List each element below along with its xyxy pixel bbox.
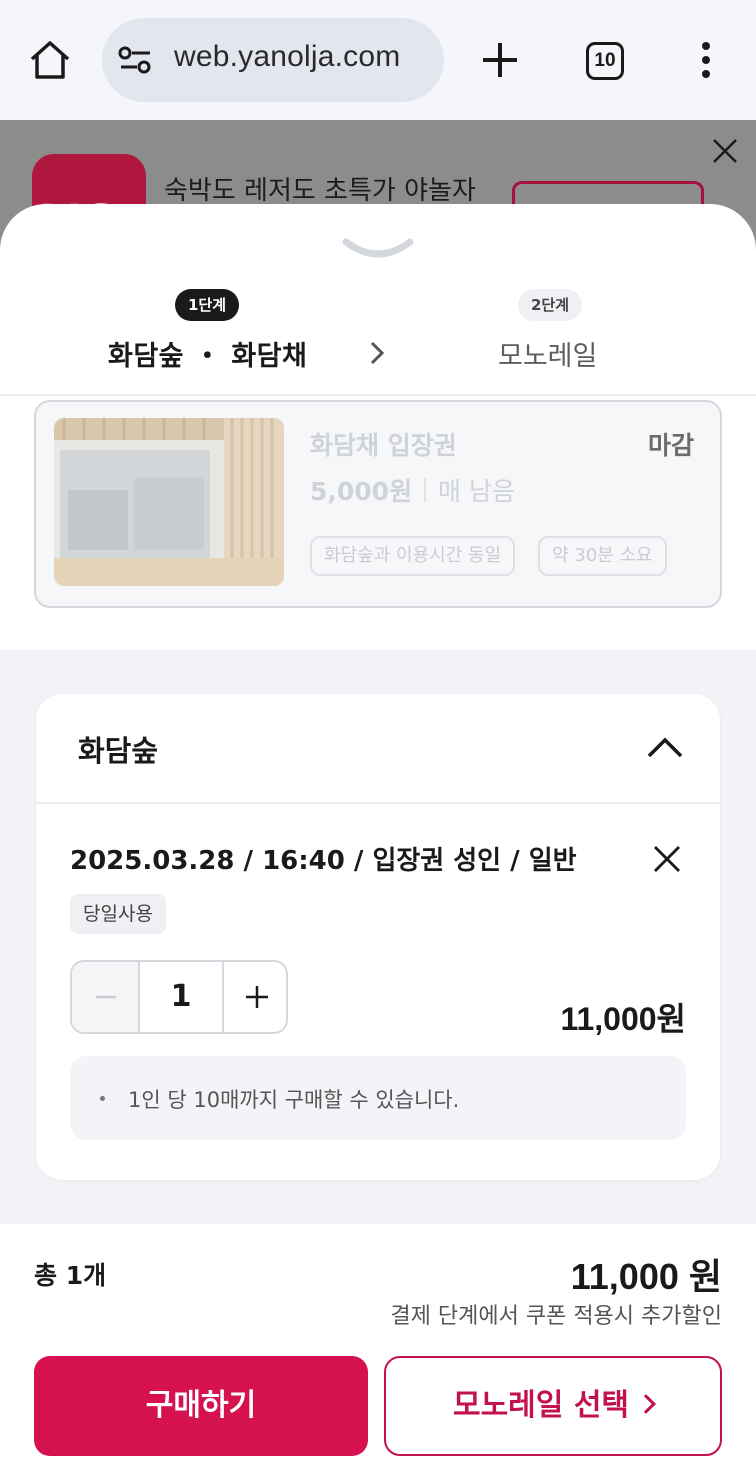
bullet-icon [100, 1096, 105, 1101]
total-count: 총 1개 [34, 1261, 107, 1290]
app-banner-text: 숙박도 레저도 초특가 야놀자 [164, 176, 476, 206]
step1-label[interactable]: 화담숲 ・ 화담채 [108, 334, 307, 373]
tab-switcher-icon[interactable]: 10 [586, 42, 624, 80]
remaining-count: 매 남음 [438, 477, 515, 506]
divider [424, 478, 426, 502]
option-description: 2025.03.28 / 16:40 / 입장권 성인 / 일반 [70, 846, 577, 876]
decrease-button[interactable] [72, 962, 140, 1032]
option-price: 11,000원 [560, 1001, 686, 1037]
purchase-limit-notice: 1인 당 10매까지 구매할 수 있습니다. [70, 1056, 686, 1140]
notice-text: 1인 당 10매까지 구매할 수 있습니다. [128, 1088, 460, 1112]
step2-badge: 2단계 [518, 289, 583, 321]
selected-product-title[interactable]: 화담숲 [78, 728, 158, 770]
site-settings-icon[interactable] [118, 46, 154, 74]
buy-button[interactable]: 구매하기 [34, 1356, 368, 1456]
chevron-up-icon[interactable] [646, 734, 684, 760]
chevron-right-icon [366, 338, 388, 368]
home-icon[interactable] [28, 38, 72, 82]
bottom-sheet: 1단계 2단계 화담숲 ・ 화담채 모노레일 화담채 입장권 마감 5,000원… [0, 204, 756, 1481]
product-tag: 화담숲과 이용시간 동일 [310, 536, 516, 576]
tab-count: 10 [594, 50, 616, 71]
select-monorail-button[interactable]: 모노레일 선택 [384, 1356, 722, 1456]
step2-label[interactable]: 모노레일 [498, 334, 597, 373]
chevron-right-icon [636, 1393, 656, 1414]
remove-option-icon[interactable] [652, 844, 682, 874]
product-price: 5,000원 [310, 477, 413, 506]
overflow-menu-icon[interactable] [698, 40, 714, 80]
sold-out-label: 마감 [647, 431, 694, 460]
step-divider [0, 394, 756, 396]
selected-options-card: 화담숲 2025.03.28 / 16:40 / 입장권 성인 / 일반 당일사… [36, 694, 720, 1180]
coupon-note: 결제 단계에서 쿠폰 적용시 추가할인 [390, 1304, 722, 1329]
url-text[interactable]: web.yanolja.com [174, 40, 400, 74]
total-price: 11,000 원 [570, 1256, 722, 1297]
chevron-down-icon[interactable] [342, 236, 414, 266]
product-card-sold-out: 화담채 입장권 마감 5,000원 매 남음 화담숲과 이용시간 동일 약 30… [34, 400, 722, 608]
step1-badge: 1단계 [175, 289, 240, 321]
address-bar[interactable]: web.yanolja.com [102, 18, 444, 102]
close-icon[interactable] [712, 138, 738, 164]
browser-toolbar: web.yanolja.com 10 [0, 0, 756, 120]
product-image [54, 418, 284, 586]
quantity-stepper: 1 [70, 960, 288, 1034]
usage-tag: 당일사용 [70, 894, 166, 934]
increase-button[interactable] [222, 962, 286, 1032]
product-tag: 약 30분 소요 [538, 536, 667, 576]
product-name: 화담채 입장권 [310, 431, 457, 460]
quantity-value[interactable]: 1 [140, 962, 222, 1032]
divider [36, 802, 720, 804]
new-tab-icon[interactable] [480, 40, 520, 80]
